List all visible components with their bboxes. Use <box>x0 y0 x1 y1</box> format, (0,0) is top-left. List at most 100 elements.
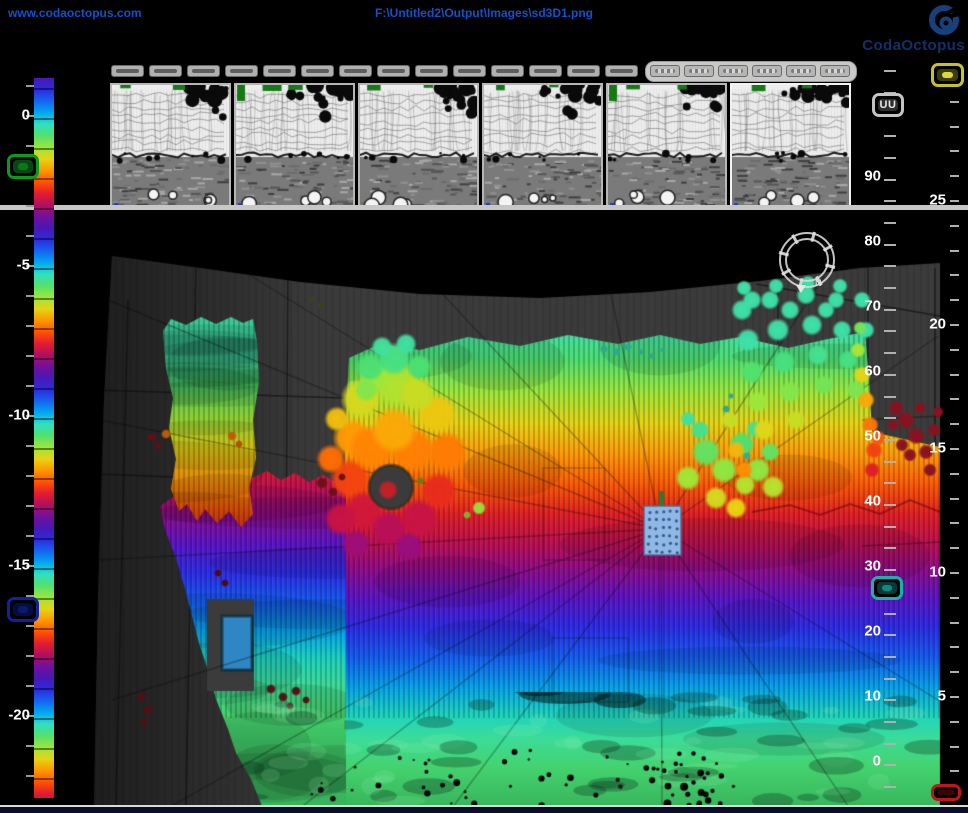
frame-button[interactable] <box>339 65 372 77</box>
frame-button-selected[interactable] <box>718 65 748 77</box>
frame-button[interactable] <box>567 65 600 77</box>
sonar-thumbnail[interactable] <box>482 83 603 210</box>
frame-button[interactable] <box>111 65 144 77</box>
marker-teal-right-core <box>882 585 892 591</box>
colorbar-tick <box>34 388 54 390</box>
compass-north-pointer-icon <box>796 285 806 293</box>
marker-red-bottom-inner <box>937 790 955 795</box>
frame-button-selected[interactable] <box>684 65 714 77</box>
ruler-outer-tick <box>950 522 959 524</box>
compass-rotation-widget[interactable]: N <box>774 228 840 294</box>
frame-button[interactable] <box>491 65 524 77</box>
sonar-thumbnail-image <box>608 85 725 208</box>
ruler-inner-label: 90 <box>851 168 881 185</box>
frame-button[interactable] <box>529 65 562 77</box>
ruler-inner-tick <box>884 157 896 159</box>
ruler-outer-tick <box>950 448 959 450</box>
ruler-inner-tick <box>884 374 896 376</box>
colorbar-depth-label: -20 <box>4 707 30 724</box>
colorbar-depth-label: -5 <box>4 257 30 274</box>
colorbar-tick <box>34 208 54 210</box>
colorbar-tick <box>34 778 54 780</box>
frame-button[interactable] <box>415 65 448 77</box>
frame-button[interactable] <box>149 65 182 77</box>
frame-button[interactable] <box>225 65 258 77</box>
ruler-outer-tick <box>950 398 959 400</box>
ruler-outer-tick <box>950 572 959 574</box>
sonar-thumbnail[interactable] <box>730 83 851 210</box>
frame-button-selected[interactable] <box>650 65 680 77</box>
colorbar-tick-stub <box>26 295 34 297</box>
ruler-inner-label: 70 <box>851 298 881 315</box>
frame-button-selected[interactable] <box>752 65 782 77</box>
ruler-inner-label: 80 <box>851 233 881 250</box>
frame-button-selected[interactable] <box>786 65 816 77</box>
codaoctopus-logo-icon <box>925 1 963 39</box>
marker-yellow-right[interactable] <box>931 63 964 87</box>
sonar-thumbnail[interactable] <box>110 83 231 210</box>
ruler-inner-tick <box>884 265 896 267</box>
ruler-outer-tick <box>950 423 959 425</box>
colorbar-tick-stub <box>26 355 34 357</box>
ruler-inner-tick <box>884 309 896 311</box>
ruler-inner-label: 40 <box>851 493 881 510</box>
frame-button[interactable] <box>263 65 296 77</box>
colorbar-tick-stub <box>26 385 34 387</box>
ruler-inner-tick <box>884 396 896 398</box>
section-divider <box>0 205 968 210</box>
frame-button[interactable] <box>453 65 486 77</box>
frame-button[interactable] <box>605 65 638 77</box>
sonar-thumbnail-image <box>484 85 601 208</box>
frame-button-selected[interactable] <box>820 65 850 77</box>
ruler-inner-tick <box>884 200 896 202</box>
sonar-viewer-app: www.codaoctopus.com F:\Untitled2\Output\… <box>0 0 968 813</box>
colorbar-tick <box>34 658 54 660</box>
ruler-inner-label: 0 <box>851 753 881 770</box>
ruler-inner-tick <box>884 70 896 72</box>
brand-name: CodaOctopus <box>862 37 965 54</box>
ruler-inner-tick <box>884 721 896 723</box>
ruler-outer-tick <box>950 150 959 152</box>
ruler-inner-tick <box>884 569 896 571</box>
colorbar-tick <box>34 418 54 420</box>
ruler-outer-tick <box>950 597 959 599</box>
marker-navy-left[interactable] <box>7 597 39 622</box>
marker-yellow-right-core <box>942 72 953 78</box>
ruler-outer-tick <box>950 175 959 177</box>
sonar-thumbnail-image <box>236 85 353 208</box>
colorbar-tick-stub <box>26 685 34 687</box>
ruler-inner-tick <box>884 504 896 506</box>
colorbar-tick-stub <box>26 145 34 147</box>
colorbar-tick <box>34 148 54 150</box>
ruler-inner-tick <box>884 287 896 289</box>
ruler-outer-label: 25 <box>916 192 946 209</box>
ruler-outer-label: 10 <box>916 564 946 581</box>
ruler-outer-tick <box>950 746 959 748</box>
marker-teal-right[interactable] <box>871 576 903 600</box>
sonar-thumbnail[interactable] <box>234 83 355 210</box>
compass-north-label: N <box>815 278 822 288</box>
ruler-outer-tick <box>950 250 959 252</box>
sonar-3d-view-canvas[interactable] <box>0 211 968 805</box>
colorbar-tick <box>34 298 54 300</box>
sonar-thumbnail[interactable] <box>606 83 727 210</box>
frame-button[interactable] <box>187 65 220 77</box>
ruler-outer-tick <box>950 696 959 698</box>
ruler-outer-tick <box>950 473 959 475</box>
sonar-thumbnail[interactable] <box>358 83 479 210</box>
marker-green-left[interactable] <box>7 154 39 179</box>
ruler-inner-tick <box>884 352 896 354</box>
sonar-thumbnail-image <box>732 85 849 208</box>
marker-gray-uu[interactable]: UU <box>872 93 904 117</box>
marker-red-bottom[interactable] <box>931 784 961 801</box>
website-link[interactable]: www.codaoctopus.com <box>8 6 142 20</box>
ruler-outer-label: 15 <box>916 440 946 457</box>
frame-button[interactable] <box>377 65 410 77</box>
ruler-inner-tick <box>884 330 896 332</box>
frame-button[interactable] <box>301 65 334 77</box>
colorbar-tick <box>34 748 54 750</box>
ruler-inner-tick <box>884 656 896 658</box>
colorbar-tick-stub <box>26 235 34 237</box>
ruler-inner-tick <box>884 764 896 766</box>
ruler-outer-tick <box>950 101 959 103</box>
